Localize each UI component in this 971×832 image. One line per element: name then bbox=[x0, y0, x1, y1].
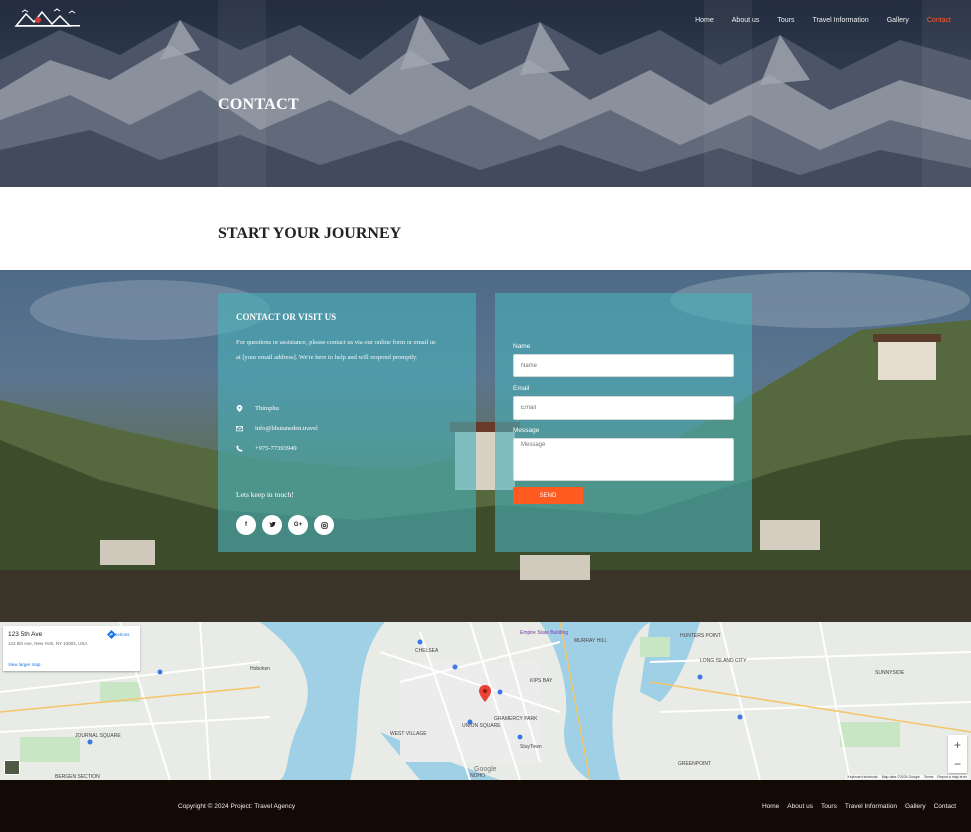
contact-info-title: CONTACT OR VISIT US bbox=[236, 312, 337, 322]
message-textarea[interactable] bbox=[513, 438, 734, 481]
map-satellite-thumbnail[interactable] bbox=[4, 760, 20, 775]
social-links: f G+ bbox=[236, 515, 334, 535]
view-larger-map-link[interactable]: View larger map bbox=[8, 662, 40, 667]
hero-overlay bbox=[0, 0, 971, 187]
footer-link-travel-information[interactable]: Travel Information bbox=[845, 803, 897, 810]
zoom-out-button[interactable]: − bbox=[948, 754, 967, 773]
map-label-sunnyside: SUNNYSIDE bbox=[875, 670, 905, 676]
keep-in-touch-label: Lets keep in touch! bbox=[236, 490, 294, 499]
email-text[interactable]: info@bhutaneden.travel bbox=[255, 425, 318, 432]
footer-link-home[interactable]: Home bbox=[762, 803, 779, 810]
map-info-card: 123 5th Ave 123 5th Ave, New York, NY 10… bbox=[3, 626, 140, 671]
map-label-greenpoint: GREENPOINT bbox=[678, 761, 711, 767]
section-heading: START YOUR JOURNEY bbox=[218, 225, 402, 242]
send-button[interactable]: SEND bbox=[513, 487, 583, 504]
envelope-icon bbox=[236, 426, 243, 432]
contact-section-background bbox=[0, 270, 971, 622]
footer-link-gallery[interactable]: Gallery bbox=[905, 803, 926, 810]
location-row: Thimphu bbox=[236, 405, 279, 412]
google-logo: Google bbox=[474, 766, 497, 773]
name-input[interactable] bbox=[513, 354, 734, 377]
directions-button[interactable]: Directions bbox=[107, 630, 132, 639]
footer-link-tours[interactable]: Tours bbox=[821, 803, 837, 810]
map-label-hunters-point: HUNTERS POINT bbox=[680, 633, 721, 639]
map-label-stuytown: StuyTown bbox=[520, 744, 542, 750]
nav-gallery[interactable]: Gallery bbox=[887, 17, 909, 24]
site-footer: Copyright © 2024 Project: Travel Agency … bbox=[0, 780, 971, 832]
phone-row: +975-77393949 bbox=[236, 445, 297, 452]
copyright-text: Copyright © 2024 Project: Travel Agency bbox=[178, 803, 296, 810]
email-input[interactable] bbox=[513, 396, 734, 420]
name-label: Name bbox=[513, 343, 531, 350]
map-pin-icon bbox=[236, 405, 243, 412]
location-text: Thimphu bbox=[255, 405, 279, 412]
map-label-union-square: UNION SQUARE bbox=[462, 723, 501, 729]
contact-form-panel: Name Email Message SEND bbox=[495, 293, 752, 552]
map-label-hoboken: Hoboken bbox=[250, 666, 270, 672]
footer-link-contact[interactable]: Contact bbox=[934, 803, 956, 810]
zoom-in-button[interactable]: + bbox=[948, 735, 967, 754]
email-label: Email bbox=[513, 385, 530, 392]
map-terms[interactable]: Terms bbox=[924, 775, 934, 779]
map-keyboard-shortcuts[interactable]: Keyboard shortcuts bbox=[848, 775, 878, 779]
map-label-murray-hill: MURRAY HILL bbox=[574, 638, 607, 644]
twitter-icon[interactable] bbox=[262, 515, 282, 535]
contact-info-text: For questions or assistance, please cont… bbox=[236, 339, 436, 361]
map-label-noho: NOHO bbox=[470, 773, 485, 779]
nav-travel-information[interactable]: Travel Information bbox=[813, 17, 869, 24]
main-nav: Home About us Tours Travel Information G… bbox=[695, 17, 951, 24]
nav-tours[interactable]: Tours bbox=[777, 17, 794, 24]
map-zoom-controls: + − bbox=[948, 735, 967, 773]
map-label-journal-square: JOURNAL SQUARE bbox=[75, 733, 121, 739]
overlay-column bbox=[922, 0, 971, 187]
map-data-credit: Map data ©2024 Google bbox=[881, 775, 920, 779]
footer-link-about[interactable]: About us bbox=[787, 803, 813, 810]
map-attribution: Keyboard shortcuts Map data ©2024 Google… bbox=[845, 775, 969, 779]
map-label-west-village: WEST VILLAGE bbox=[390, 731, 427, 737]
google-plus-icon[interactable]: G+ bbox=[288, 515, 308, 535]
overlay-column bbox=[704, 0, 752, 187]
map-label-empire: Empire State Building bbox=[520, 630, 568, 636]
map-label-kips-bay: KIPS BAY bbox=[530, 678, 553, 684]
overlay-column bbox=[218, 0, 266, 187]
landscape-background bbox=[0, 272, 971, 622]
site-logo[interactable] bbox=[14, 8, 84, 28]
facebook-icon[interactable]: f bbox=[236, 515, 256, 535]
nav-contact[interactable]: Contact bbox=[927, 17, 951, 24]
map-address-title: 123 5th Ave bbox=[8, 631, 43, 638]
instagram-icon[interactable] bbox=[314, 515, 334, 535]
map-address-full: 123 5th Ave, New York, NY 10003, USA bbox=[8, 641, 88, 646]
message-label: Message bbox=[513, 427, 540, 434]
hero-banner bbox=[0, 0, 971, 187]
nav-about[interactable]: About us bbox=[732, 17, 760, 24]
map-report-error[interactable]: Report a map error bbox=[937, 775, 967, 779]
contact-info-panel: CONTACT OR VISIT US For questions or ass… bbox=[218, 293, 476, 552]
embedded-map[interactable]: Hoboken CHELSEA MURRAY HILL KIPS BAY GRA… bbox=[0, 622, 971, 780]
map-label-long-island-city: LONG ISLAND CITY bbox=[700, 658, 747, 664]
nav-home[interactable]: Home bbox=[695, 17, 714, 24]
footer-nav: Home About us Tours Travel Information G… bbox=[762, 803, 956, 810]
phone-text[interactable]: +975-77393949 bbox=[255, 445, 297, 452]
page-title: CONTACT bbox=[218, 96, 299, 113]
map-tiles: Hoboken CHELSEA MURRAY HILL KIPS BAY GRA… bbox=[0, 622, 971, 780]
map-label-gramercy: GRAMERCY PARK bbox=[494, 716, 538, 722]
directions-icon bbox=[107, 630, 116, 639]
email-row: info@bhutaneden.travel bbox=[236, 425, 318, 432]
map-label-chelsea: CHELSEA bbox=[415, 648, 439, 654]
phone-icon bbox=[236, 445, 243, 452]
